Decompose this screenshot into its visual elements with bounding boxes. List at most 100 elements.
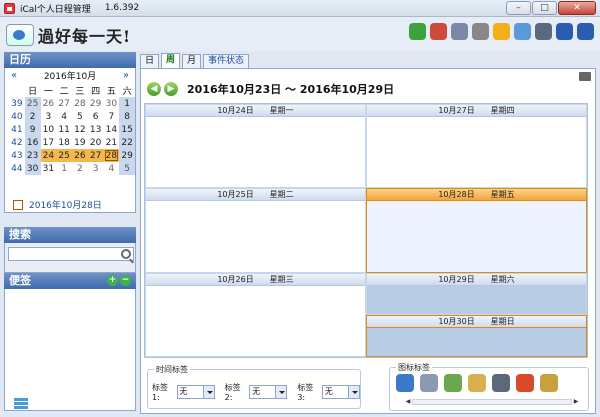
home-icon[interactable] bbox=[535, 23, 552, 40]
treadmill-icon[interactable] bbox=[492, 374, 510, 392]
calendar-day[interactable]: 23 bbox=[24, 149, 41, 162]
day-cell-sunday[interactable]: 10月30日 星期日 bbox=[366, 315, 587, 357]
day-cell-wednesday[interactable]: 10月26日 星期三 bbox=[145, 273, 366, 357]
scroll-left-icon[interactable]: ◀ bbox=[404, 398, 412, 406]
calendar-day[interactable]: 13 bbox=[88, 123, 104, 136]
calendar-day[interactable]: 27 bbox=[56, 97, 72, 110]
info-icon[interactable] bbox=[577, 23, 594, 40]
calendar-day[interactable]: 9 bbox=[24, 123, 41, 136]
icon-tags-scrollbar[interactable]: ◀ ▶ bbox=[404, 398, 580, 406]
chevron-down-icon[interactable] bbox=[347, 386, 359, 398]
calendar-day[interactable]: 10 bbox=[41, 123, 57, 136]
money-icon[interactable] bbox=[444, 374, 462, 392]
scroll-track[interactable] bbox=[412, 399, 572, 405]
calendar-day[interactable]: 5 bbox=[119, 162, 135, 175]
airplane-icon[interactable] bbox=[420, 374, 438, 392]
gift-icon[interactable] bbox=[516, 374, 534, 392]
calendar-day[interactable]: 30 bbox=[104, 97, 120, 110]
exit-icon[interactable] bbox=[409, 23, 426, 40]
chevron-down-icon[interactable] bbox=[202, 386, 214, 398]
week-number[interactable]: 44 bbox=[9, 162, 25, 175]
calendar-day[interactable]: 3 bbox=[41, 110, 57, 123]
chevron-down-icon[interactable] bbox=[275, 386, 287, 398]
today-link[interactable]: 2016年10月28日 bbox=[13, 198, 102, 211]
calendar-day-selected-week[interactable]: 24 bbox=[40, 149, 57, 162]
calendar-day[interactable]: 20 bbox=[88, 136, 104, 149]
week-number[interactable]: 43 bbox=[9, 149, 25, 162]
calendar-day[interactable]: 1 bbox=[119, 97, 135, 110]
calendar-day[interactable]: 3 bbox=[88, 162, 104, 175]
stack-icon[interactable] bbox=[14, 396, 28, 410]
calendar-day[interactable]: 31 bbox=[41, 162, 57, 175]
settings-icon[interactable] bbox=[451, 23, 468, 40]
calendar-day[interactable]: 2 bbox=[24, 110, 41, 123]
prev-month-button[interactable]: « bbox=[11, 70, 17, 81]
pencil-icon[interactable] bbox=[540, 374, 558, 392]
week-number[interactable]: 39 bbox=[9, 97, 25, 110]
calendar-day[interactable]: 1 bbox=[56, 162, 72, 175]
remove-note-icon[interactable]: − bbox=[120, 275, 131, 286]
calendar-day[interactable]: 28 bbox=[72, 97, 88, 110]
tag3-select[interactable]: 无 bbox=[321, 385, 360, 399]
help-icon[interactable] bbox=[556, 23, 573, 40]
next-week-button[interactable]: ▶ bbox=[164, 82, 178, 96]
calendar-day[interactable]: 4 bbox=[56, 110, 72, 123]
calendar-day[interactable]: 18 bbox=[56, 136, 72, 149]
print-icon[interactable] bbox=[579, 72, 591, 81]
favorite-icon[interactable] bbox=[493, 23, 510, 40]
search-icon[interactable] bbox=[121, 249, 131, 259]
prev-week-button[interactable]: ◀ bbox=[147, 82, 161, 96]
calendar-day[interactable]: 19 bbox=[72, 136, 88, 149]
scroll-right-icon[interactable]: ▶ bbox=[572, 398, 580, 406]
tag2-select[interactable]: 无 bbox=[249, 385, 288, 399]
calendar-day[interactable]: 14 bbox=[104, 123, 120, 136]
calendar-day[interactable]: 11 bbox=[56, 123, 72, 136]
calendar-day[interactable]: 2 bbox=[72, 162, 88, 175]
people-icon[interactable] bbox=[396, 374, 414, 392]
calendar-day[interactable]: 22 bbox=[119, 136, 135, 149]
tools-icon[interactable] bbox=[468, 374, 486, 392]
clock-icon[interactable] bbox=[472, 23, 489, 40]
calendar-day[interactable]: 16 bbox=[24, 136, 41, 149]
next-month-button[interactable]: » bbox=[123, 70, 129, 81]
search-input[interactable] bbox=[8, 247, 134, 261]
day-cell-friday-selected[interactable]: 10月28日 星期五 bbox=[366, 188, 587, 273]
tag1-select[interactable]: 无 bbox=[176, 385, 215, 399]
day-cell-monday[interactable]: 10月24日 星期一 bbox=[145, 104, 366, 188]
add-note-icon[interactable]: + bbox=[107, 275, 118, 286]
minimize-button[interactable]: – bbox=[506, 1, 531, 15]
week-number[interactable]: 42 bbox=[9, 136, 25, 149]
close-button[interactable]: ✕ bbox=[558, 1, 596, 15]
calendar-day[interactable]: 4 bbox=[104, 162, 120, 175]
day-cell-tuesday[interactable]: 10月25日 星期二 bbox=[145, 188, 366, 273]
week-number[interactable]: 41 bbox=[9, 123, 25, 136]
calendar-day-selected-week[interactable]: 26 bbox=[72, 149, 88, 162]
day-cell-thursday[interactable]: 10月27日 星期四 bbox=[366, 104, 587, 188]
calendar-day[interactable]: 5 bbox=[72, 110, 88, 123]
calendar-day-selected-week[interactable]: 25 bbox=[56, 149, 72, 162]
calendar-day[interactable]: 17 bbox=[41, 136, 57, 149]
calendar-day[interactable]: 12 bbox=[72, 123, 88, 136]
calendar-day[interactable]: 7 bbox=[104, 110, 120, 123]
maximize-button[interactable]: □ bbox=[532, 1, 557, 15]
notes-list[interactable] bbox=[4, 289, 136, 411]
chat-icon[interactable] bbox=[514, 23, 531, 40]
calendar-day[interactable]: 6 bbox=[88, 110, 104, 123]
calendar-day-today[interactable]: 28 bbox=[103, 149, 120, 162]
calendar-day[interactable]: 25 bbox=[24, 97, 41, 110]
day-cell-saturday[interactable]: 10月29日 星期六 bbox=[366, 273, 587, 315]
calendar-day[interactable]: 26 bbox=[41, 97, 57, 110]
tab-month[interactable]: 月 bbox=[182, 54, 202, 68]
weather-icon[interactable] bbox=[430, 23, 447, 40]
calendar-day[interactable]: 29 bbox=[119, 149, 135, 162]
week-number[interactable]: 40 bbox=[9, 110, 25, 123]
tab-day[interactable]: 日 bbox=[140, 54, 160, 68]
calendar-day[interactable]: 21 bbox=[104, 136, 120, 149]
tab-event-status[interactable]: 事件状态 bbox=[203, 54, 250, 68]
calendar-day[interactable]: 8 bbox=[119, 110, 135, 123]
calendar-day-selected-week[interactable]: 27 bbox=[87, 149, 104, 162]
calendar-day[interactable]: 15 bbox=[119, 123, 135, 136]
tab-week[interactable]: 周 bbox=[161, 53, 181, 68]
calendar-day[interactable]: 29 bbox=[88, 97, 104, 110]
calendar-day[interactable]: 30 bbox=[24, 162, 41, 175]
